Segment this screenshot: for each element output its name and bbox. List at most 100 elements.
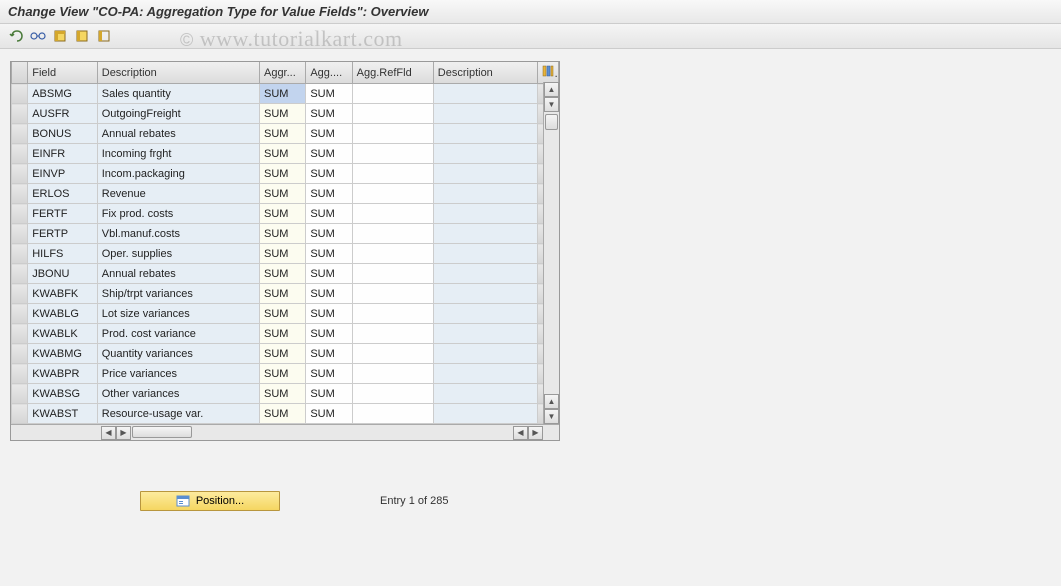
table-row[interactable]: AUSFROutgoingFreightSUMSUM xyxy=(12,104,559,124)
table-row[interactable]: EINFRIncoming frghtSUMSUM xyxy=(12,144,559,164)
cell-aggref[interactable] xyxy=(352,144,433,164)
cell-aggr1[interactable]: SUM xyxy=(259,84,305,104)
col-header-aggr1[interactable]: Aggr... xyxy=(259,62,305,84)
scroll-up2-button[interactable]: ▲ xyxy=(544,394,559,409)
row-selector[interactable] xyxy=(12,84,28,104)
scroll-up-button[interactable]: ▲ xyxy=(544,82,559,97)
hscroll-thumb[interactable] xyxy=(132,426,192,438)
undo-button[interactable] xyxy=(6,27,26,45)
cell-aggr1[interactable]: SUM xyxy=(259,144,305,164)
row-selector[interactable] xyxy=(12,244,28,264)
cell-aggr2[interactable]: SUM xyxy=(306,364,352,384)
hscroll-left2-button[interactable]: ◀ xyxy=(513,426,528,440)
cell-aggr2[interactable]: SUM xyxy=(306,124,352,144)
table-row[interactable]: BONUSAnnual rebatesSUMSUM xyxy=(12,124,559,144)
cell-aggref[interactable] xyxy=(352,364,433,384)
col-header-field[interactable]: Field xyxy=(28,62,98,84)
cell-aggr1[interactable]: SUM xyxy=(259,264,305,284)
header-selector[interactable] xyxy=(12,62,28,84)
cell-aggr2[interactable]: SUM xyxy=(306,244,352,264)
cell-aggr1[interactable]: SUM xyxy=(259,384,305,404)
row-selector[interactable] xyxy=(12,264,28,284)
cell-aggr1[interactable]: SUM xyxy=(259,304,305,324)
col-header-aggr2[interactable]: Agg.... xyxy=(306,62,352,84)
cell-aggr1[interactable]: SUM xyxy=(259,344,305,364)
scroll-down2-button[interactable]: ▼ xyxy=(544,409,559,424)
cell-aggr2[interactable]: SUM xyxy=(306,84,352,104)
cell-aggref[interactable] xyxy=(352,264,433,284)
scroll-thumb[interactable] xyxy=(545,114,558,130)
col-header-aggref[interactable]: Agg.RefFld xyxy=(352,62,433,84)
cell-aggref[interactable] xyxy=(352,324,433,344)
select-all-button[interactable] xyxy=(50,27,70,45)
hscroll-right-button[interactable]: ▶ xyxy=(116,426,131,440)
cell-aggr1[interactable]: SUM xyxy=(259,364,305,384)
cell-aggref[interactable] xyxy=(352,404,433,424)
table-row[interactable]: ERLOSRevenueSUMSUM xyxy=(12,184,559,204)
row-selector[interactable] xyxy=(12,144,28,164)
cell-aggref[interactable] xyxy=(352,164,433,184)
row-selector[interactable] xyxy=(12,204,28,224)
cell-aggr2[interactable]: SUM xyxy=(306,224,352,244)
cell-aggr2[interactable]: SUM xyxy=(306,284,352,304)
table-row[interactable]: FERTPVbl.manuf.costsSUMSUM xyxy=(12,224,559,244)
table-row[interactable]: KWABFKShip/trpt variancesSUMSUM xyxy=(12,284,559,304)
cell-aggr2[interactable]: SUM xyxy=(306,384,352,404)
cell-aggref[interactable] xyxy=(352,344,433,364)
cell-aggr1[interactable]: SUM xyxy=(259,104,305,124)
cell-aggr1[interactable]: SUM xyxy=(259,164,305,184)
hscroll-right2-button[interactable]: ▶ xyxy=(528,426,543,440)
table-row[interactable]: KWABMGQuantity variancesSUMSUM xyxy=(12,344,559,364)
table-row[interactable]: FERTFFix prod. costsSUMSUM xyxy=(12,204,559,224)
row-selector[interactable] xyxy=(12,304,28,324)
cell-aggr1[interactable]: SUM xyxy=(259,224,305,244)
row-selector[interactable] xyxy=(12,364,28,384)
cell-aggr1[interactable]: SUM xyxy=(259,324,305,344)
vertical-scrollbar[interactable]: ▲ ▼ ▲ ▼ xyxy=(543,82,559,424)
row-selector[interactable] xyxy=(12,324,28,344)
cell-aggref[interactable] xyxy=(352,184,433,204)
cell-aggref[interactable] xyxy=(352,384,433,404)
cell-aggr1[interactable]: SUM xyxy=(259,124,305,144)
scroll-down-button[interactable]: ▼ xyxy=(544,97,559,112)
table-row[interactable]: KWABLKProd. cost varianceSUMSUM xyxy=(12,324,559,344)
cell-aggref[interactable] xyxy=(352,244,433,264)
row-selector[interactable] xyxy=(12,124,28,144)
row-selector[interactable] xyxy=(12,104,28,124)
cell-aggr2[interactable]: SUM xyxy=(306,184,352,204)
table-row[interactable]: KWABSGOther variancesSUMSUM xyxy=(12,384,559,404)
cell-aggref[interactable] xyxy=(352,284,433,304)
row-selector[interactable] xyxy=(12,224,28,244)
cell-aggref[interactable] xyxy=(352,104,433,124)
cell-aggref[interactable] xyxy=(352,224,433,244)
cell-aggr2[interactable]: SUM xyxy=(306,144,352,164)
deselect-button[interactable] xyxy=(94,27,114,45)
display-change-button[interactable] xyxy=(28,27,48,45)
cell-aggr1[interactable]: SUM xyxy=(259,284,305,304)
cell-aggr2[interactable]: SUM xyxy=(306,264,352,284)
horizontal-scrollbar[interactable]: ◀ ▶ ◀ ▶ xyxy=(11,424,559,440)
row-selector[interactable] xyxy=(12,344,28,364)
cell-aggr2[interactable]: SUM xyxy=(306,324,352,344)
row-selector[interactable] xyxy=(12,384,28,404)
cell-aggr2[interactable]: SUM xyxy=(306,404,352,424)
cell-aggr2[interactable]: SUM xyxy=(306,104,352,124)
position-button[interactable]: Position... xyxy=(140,491,280,511)
cell-aggr2[interactable]: SUM xyxy=(306,164,352,184)
cell-aggr1[interactable]: SUM xyxy=(259,184,305,204)
table-row[interactable]: JBONUAnnual rebatesSUMSUM xyxy=(12,264,559,284)
table-row[interactable]: KWABSTResource-usage var.SUMSUM xyxy=(12,404,559,424)
select-block-button[interactable] xyxy=(72,27,92,45)
cell-aggr2[interactable]: SUM xyxy=(306,344,352,364)
cell-aggref[interactable] xyxy=(352,84,433,104)
table-row[interactable]: EINVPIncom.packagingSUMSUM xyxy=(12,164,559,184)
row-selector[interactable] xyxy=(12,184,28,204)
cell-aggr2[interactable]: SUM xyxy=(306,304,352,324)
hscroll-left-button[interactable]: ◀ xyxy=(101,426,116,440)
table-row[interactable]: KWABPRPrice variancesSUMSUM xyxy=(12,364,559,384)
cell-aggref[interactable] xyxy=(352,124,433,144)
table-row[interactable]: HILFSOper. suppliesSUMSUM xyxy=(12,244,559,264)
row-selector[interactable] xyxy=(12,284,28,304)
col-header-desc2[interactable]: Description xyxy=(433,62,537,84)
row-selector[interactable] xyxy=(12,164,28,184)
